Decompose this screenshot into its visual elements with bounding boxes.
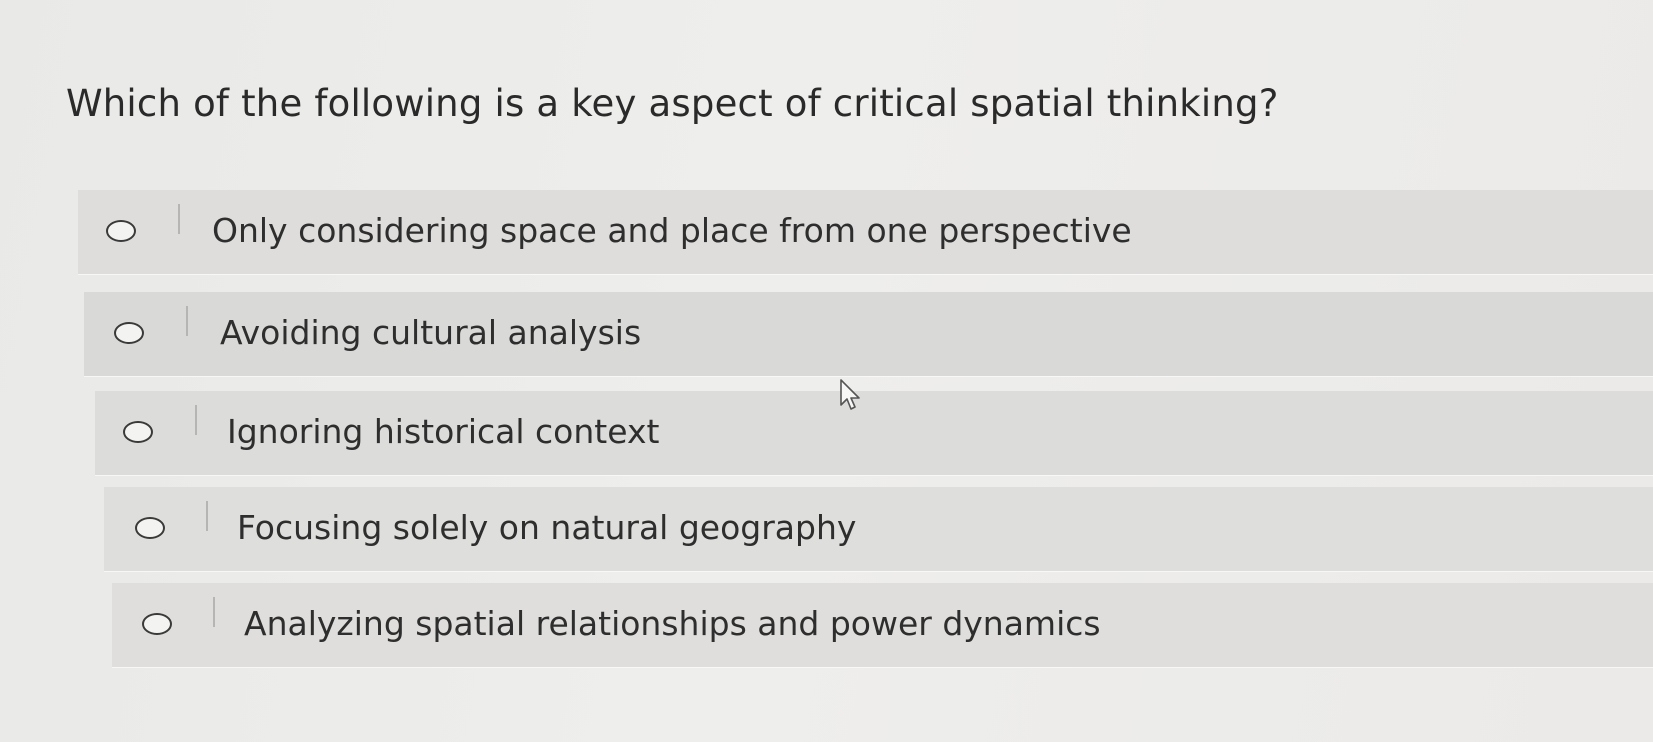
option-divider xyxy=(213,597,215,627)
option-divider xyxy=(206,501,208,531)
answer-option-label: Only considering space and place from on… xyxy=(212,210,1132,250)
radio-button-icon[interactable] xyxy=(106,220,136,242)
answer-option-label: Avoiding cultural analysis xyxy=(220,312,642,352)
option-divider xyxy=(195,405,197,435)
answer-option-label: Analyzing spatial relationships and powe… xyxy=(244,603,1101,643)
answer-option-4[interactable]: Focusing solely on natural geography xyxy=(104,487,1653,571)
answer-option-1[interactable]: Only considering space and place from on… xyxy=(78,190,1653,274)
answer-options: Only considering space and place from on… xyxy=(0,0,1653,742)
mouse-pointer-icon xyxy=(840,379,860,410)
option-divider xyxy=(186,306,188,336)
answer-option-2[interactable]: Avoiding cultural analysis xyxy=(84,292,1653,376)
radio-button-icon[interactable] xyxy=(135,517,165,539)
answer-option-5[interactable]: Analyzing spatial relationships and powe… xyxy=(112,583,1653,667)
answer-option-label: Focusing solely on natural geography xyxy=(237,507,857,547)
radio-button-icon[interactable] xyxy=(114,322,144,344)
answer-option-3[interactable]: Ignoring historical context xyxy=(95,391,1653,475)
answer-option-label: Ignoring historical context xyxy=(227,411,660,451)
radio-button-icon[interactable] xyxy=(123,421,153,443)
radio-button-icon[interactable] xyxy=(142,613,172,635)
option-divider xyxy=(178,204,180,234)
